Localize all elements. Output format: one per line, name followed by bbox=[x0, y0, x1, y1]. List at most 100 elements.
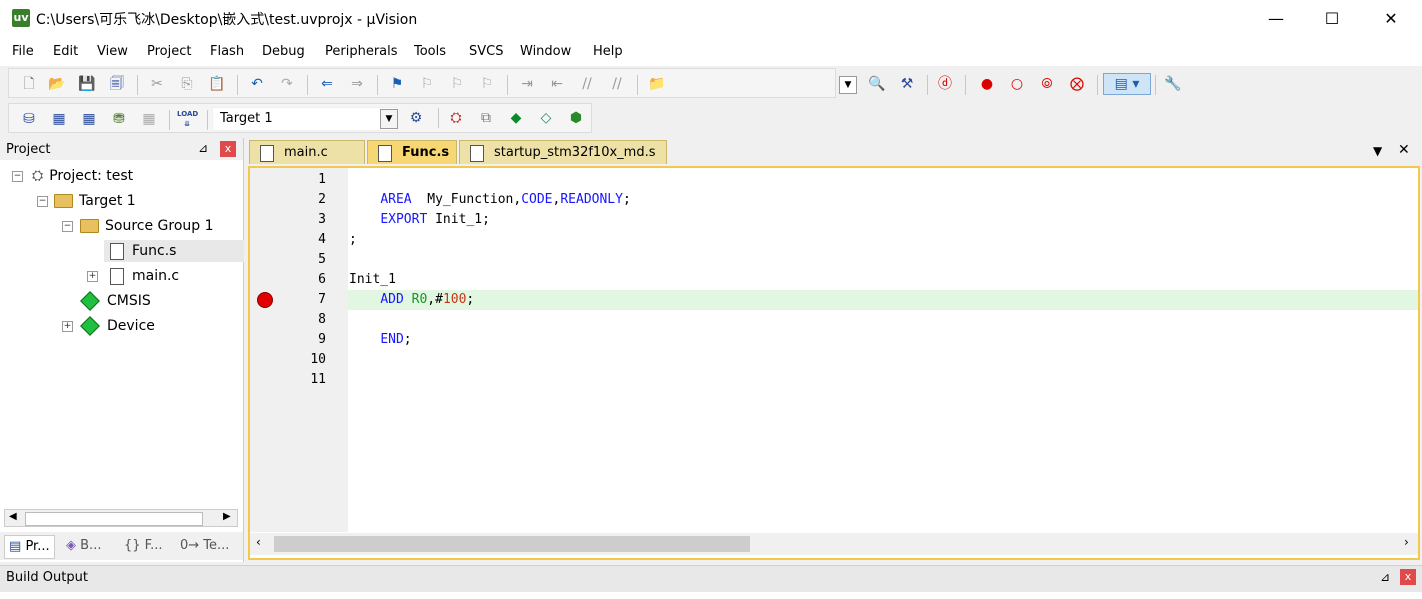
clear-bookmarks-icon[interactable]: ⚐ bbox=[477, 74, 497, 94]
code-line-9[interactable]: END; bbox=[349, 330, 411, 350]
window-layout-icon[interactable]: ▤ ▾ bbox=[1103, 73, 1151, 95]
cmsis-pack-icon[interactable]: ⬢ bbox=[566, 108, 586, 128]
enable-breakpoint-icon[interactable]: ○ bbox=[1007, 74, 1027, 94]
tab-func-s[interactable]: Func.s bbox=[367, 140, 457, 164]
configure-icon[interactable]: 🔧 bbox=[1163, 74, 1183, 94]
keyword: EXPORT bbox=[380, 212, 428, 227]
stop-build-icon[interactable]: ▦ bbox=[139, 109, 159, 129]
close-editor-icon[interactable]: ✕ bbox=[1398, 142, 1410, 158]
close-window-button[interactable]: ✕ bbox=[1362, 0, 1420, 38]
undo-icon[interactable]: ↶ bbox=[247, 74, 267, 94]
uncomment-icon[interactable]: // bbox=[607, 74, 627, 94]
menu-tools[interactable]: Tools bbox=[414, 44, 446, 59]
menu-file[interactable]: File bbox=[12, 44, 34, 59]
scroll-left-icon[interactable]: ◀ bbox=[9, 511, 17, 522]
tab-functions[interactable]: {} F... bbox=[120, 535, 166, 557]
tab-main-c[interactable]: main.c bbox=[249, 140, 365, 164]
comment-icon[interactable]: // bbox=[577, 74, 597, 94]
copy-icon[interactable]: ⎘ bbox=[177, 74, 197, 94]
bookmark-icon[interactable]: ⚑ bbox=[387, 74, 407, 94]
scroll-right-icon[interactable]: › bbox=[1404, 535, 1409, 549]
scroll-thumb[interactable] bbox=[25, 512, 203, 526]
tree-item-cmsis[interactable]: CMSIS bbox=[80, 290, 151, 312]
line-number: 8 bbox=[318, 312, 326, 327]
pin-icon[interactable]: ⊿ bbox=[198, 141, 208, 155]
target-options-icon[interactable]: ⚙ bbox=[406, 108, 426, 128]
debug-session-icon[interactable]: ⓓ bbox=[935, 74, 955, 94]
menu-peripherals[interactable]: Peripherals bbox=[325, 44, 398, 59]
build-output-close-button[interactable]: x bbox=[1400, 569, 1416, 585]
batch-build-icon[interactable]: ⛃ bbox=[109, 109, 129, 129]
tab-templates[interactable]: 0→ Te... bbox=[176, 535, 233, 557]
tab-books[interactable]: ◈ B... bbox=[62, 535, 105, 557]
paste-icon[interactable]: 📋 bbox=[207, 74, 227, 94]
open-folder-icon[interactable]: 📂 bbox=[47, 74, 67, 94]
target-dropdown-icon[interactable]: ▼ bbox=[380, 109, 398, 129]
menu-edit[interactable]: Edit bbox=[53, 44, 78, 59]
save-all-icon[interactable]: 🗐 bbox=[107, 74, 127, 94]
menu-view[interactable]: View bbox=[97, 44, 128, 59]
build-icon[interactable]: ▦ bbox=[49, 109, 69, 129]
find-icon[interactable]: 🔍 bbox=[867, 74, 887, 94]
collapse-icon[interactable]: − bbox=[37, 196, 48, 207]
collapse-icon[interactable]: − bbox=[62, 221, 73, 232]
tree-item-func-s[interactable]: Func.s bbox=[104, 240, 244, 262]
breakpoint-gutter[interactable] bbox=[250, 168, 280, 532]
unindent-icon[interactable]: ⇤ bbox=[547, 74, 567, 94]
menu-flash[interactable]: Flash bbox=[210, 44, 244, 59]
code-text: ,# bbox=[427, 292, 443, 307]
new-file-icon[interactable]: 🗋 bbox=[19, 74, 39, 94]
disable-all-breakpoints-icon[interactable]: ⦾ bbox=[1037, 74, 1057, 94]
maximize-button[interactable]: ☐ bbox=[1303, 0, 1361, 38]
collapse-icon[interactable]: − bbox=[12, 171, 23, 182]
scroll-right-icon[interactable]: ▶ bbox=[223, 511, 231, 522]
menu-help[interactable]: Help bbox=[593, 44, 623, 59]
incremental-find-icon[interactable]: ⚒ bbox=[897, 74, 917, 94]
menu-window[interactable]: Window bbox=[520, 44, 571, 59]
tree-item-project[interactable]: ⛭ Project: test bbox=[32, 165, 133, 187]
tree-item-target[interactable]: Target 1 bbox=[54, 190, 136, 212]
save-icon[interactable]: 💾 bbox=[77, 74, 97, 94]
code-line-4[interactable]: ; bbox=[349, 230, 357, 250]
breakpoint-icon[interactable] bbox=[257, 292, 273, 308]
tab-list-dropdown-icon[interactable]: ▼ bbox=[1373, 144, 1382, 158]
navigate-back-icon[interactable]: ⇐ bbox=[317, 74, 337, 94]
scroll-thumb[interactable] bbox=[274, 536, 750, 552]
code-line-7[interactable]: ADD R0,#100; bbox=[349, 290, 474, 310]
tree-item-source-group[interactable]: Source Group 1 bbox=[80, 215, 214, 237]
tree-item-device[interactable]: Device bbox=[80, 315, 155, 337]
download-load-icon[interactable]: LOAD ⇊ bbox=[177, 109, 198, 129]
kill-all-breakpoints-icon[interactable]: ⨂ bbox=[1067, 74, 1087, 94]
insert-breakpoint-icon[interactable]: ● bbox=[977, 74, 997, 94]
next-bookmark-icon[interactable]: ⚐ bbox=[447, 74, 467, 94]
indent-icon[interactable]: ⇥ bbox=[517, 74, 537, 94]
prev-bookmark-icon[interactable]: ⚐ bbox=[417, 74, 437, 94]
navigate-forward-icon[interactable]: ⇒ bbox=[347, 74, 367, 94]
translate-icon[interactable]: ⛁ bbox=[19, 109, 39, 129]
tab-startup-s[interactable]: startup_stm32f10x_md.s bbox=[459, 140, 667, 164]
tab-project[interactable]: ▤ Pr... bbox=[4, 535, 55, 559]
code-line-3[interactable]: EXPORT Init_1; bbox=[349, 210, 490, 230]
pack-installer-icon[interactable]: ◇ bbox=[536, 108, 556, 128]
find-dropdown-icon[interactable]: ▼ bbox=[839, 76, 857, 94]
expand-icon[interactable]: + bbox=[87, 271, 98, 282]
project-horizontal-scrollbar[interactable]: ◀ ▶ bbox=[4, 509, 238, 527]
expand-icon[interactable]: + bbox=[62, 321, 73, 332]
code-line-6[interactable]: Init_1 bbox=[349, 270, 396, 290]
rebuild-icon[interactable]: ▦ bbox=[79, 109, 99, 129]
manage-rte-icon[interactable]: ◆ bbox=[506, 108, 526, 128]
menu-svcs[interactable]: SVCS bbox=[469, 44, 503, 59]
menu-project[interactable]: Project bbox=[147, 44, 191, 59]
pin-icon[interactable]: ⊿ bbox=[1380, 570, 1390, 584]
scroll-left-icon[interactable]: ‹ bbox=[256, 535, 261, 549]
redo-icon[interactable]: ↷ bbox=[277, 74, 297, 94]
minimize-button[interactable]: — bbox=[1247, 0, 1305, 38]
select-packs-icon[interactable]: ⧉ bbox=[476, 108, 496, 128]
tree-item-main-c[interactable]: main.c bbox=[110, 265, 179, 287]
project-pane-close-button[interactable]: x bbox=[220, 141, 236, 157]
cut-icon[interactable]: ✂ bbox=[147, 74, 167, 94]
find-in-files-icon[interactable]: 📁 bbox=[647, 74, 667, 94]
manage-project-items-icon[interactable]: ⛭ bbox=[446, 108, 466, 128]
code-line-2[interactable]: AREA My_Function,CODE,READONLY; bbox=[349, 190, 630, 210]
menu-debug[interactable]: Debug bbox=[262, 44, 305, 59]
